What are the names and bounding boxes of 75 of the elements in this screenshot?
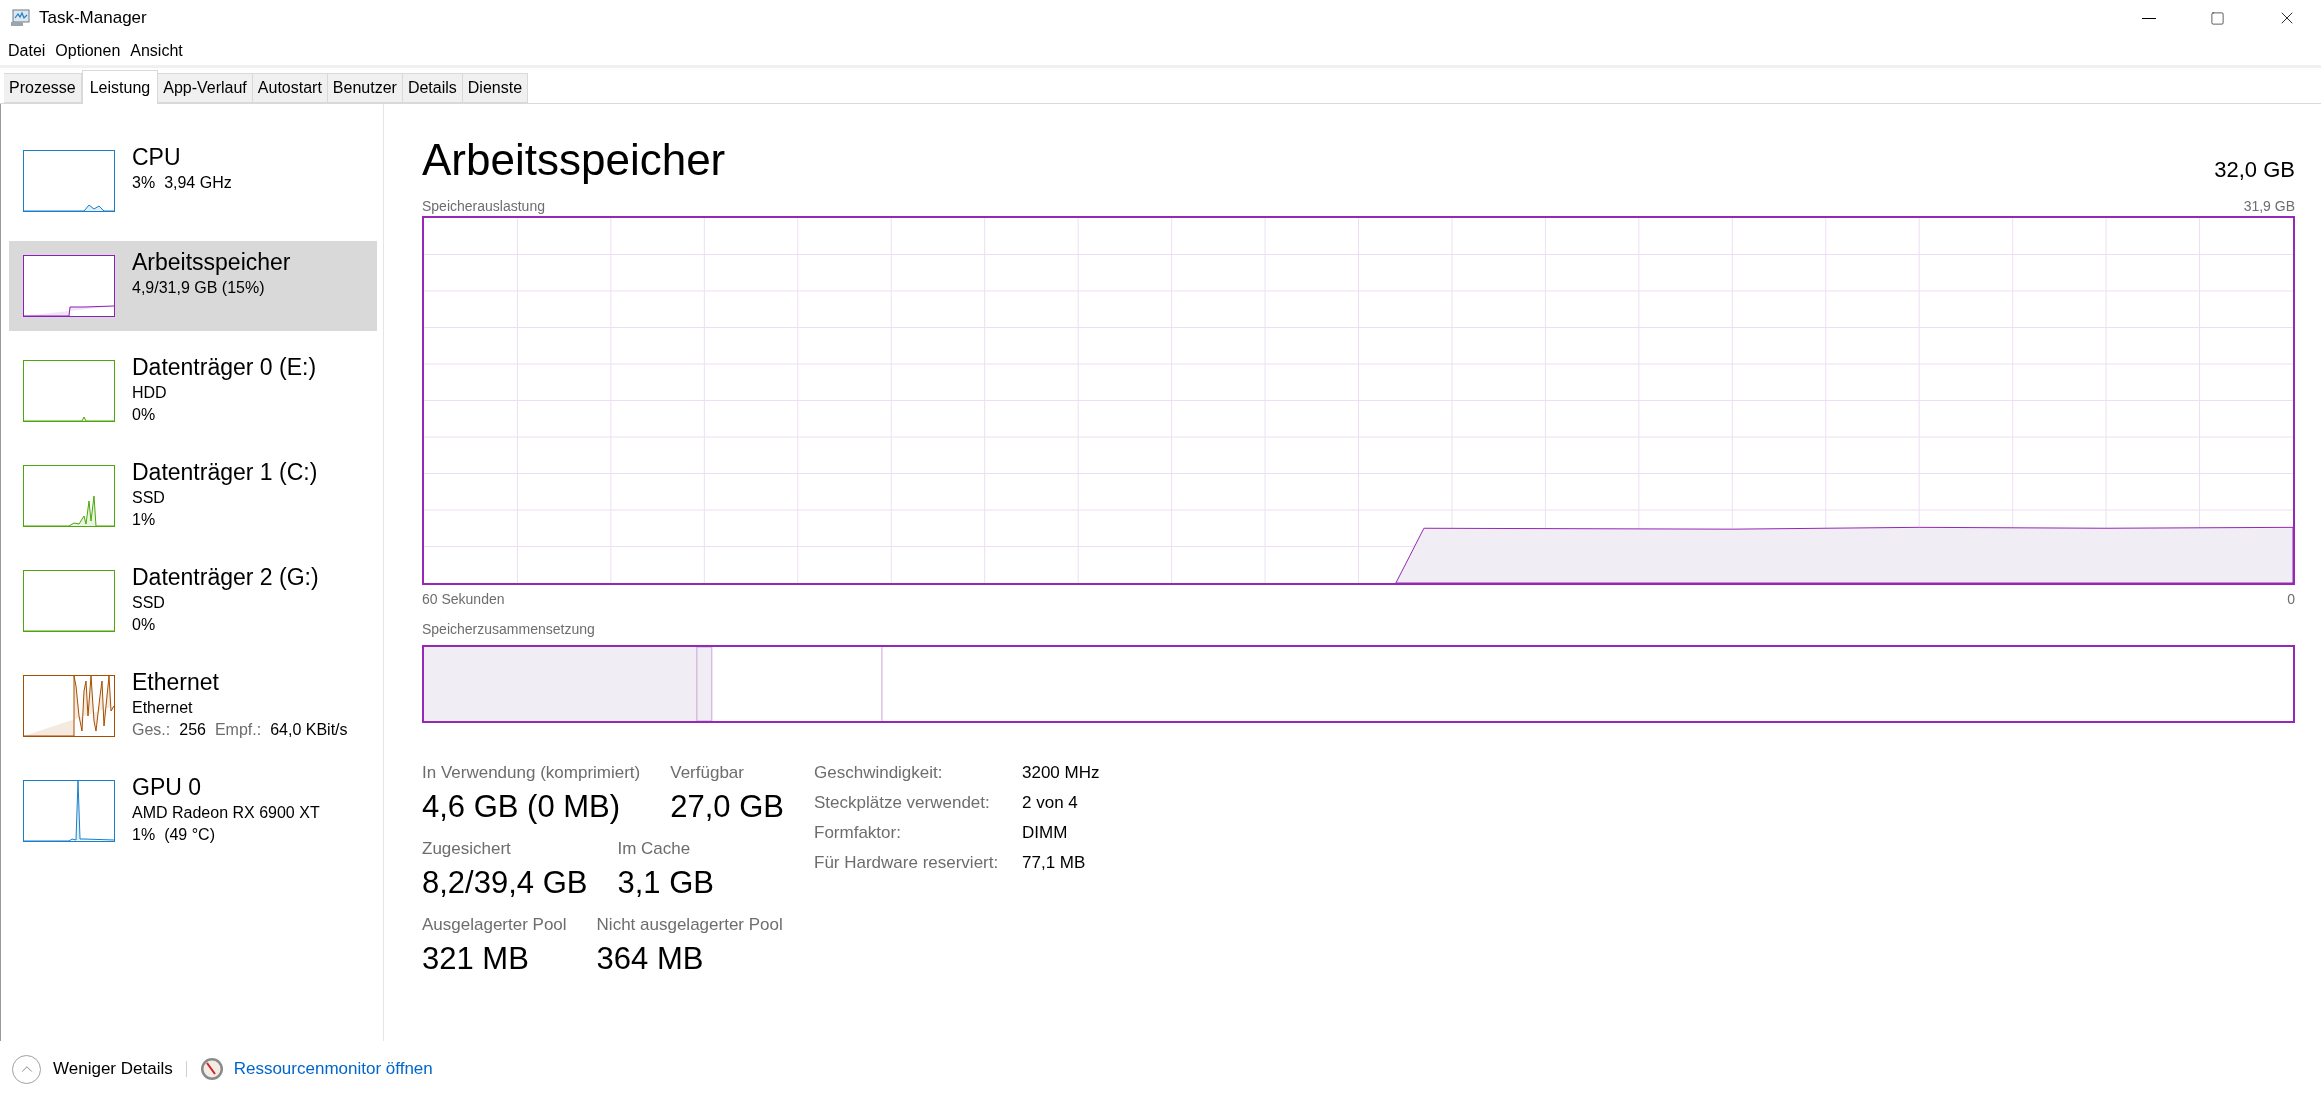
- item-title: Datenträger 1 (C:): [132, 458, 318, 487]
- stat-label: Verfügbar: [670, 762, 745, 784]
- item-detail: 3%: [132, 173, 156, 193]
- item-detail: 1%: [132, 825, 156, 845]
- item-detail: (49 °C): [164, 825, 215, 845]
- item-title: Datenträger 2 (G:): [132, 563, 319, 592]
- item-detail: AMD Radeon RX 6900 XT: [132, 803, 320, 823]
- stat-label: Nicht ausgelagerter Pool: [596, 914, 783, 936]
- detail-label: Steckplätze verwendet:: [814, 792, 991, 814]
- detail-label: Für Hardware reserviert:: [814, 852, 1000, 874]
- stat-label: Ges.:: [132, 720, 171, 740]
- detail-value: DIMM: [1022, 822, 1069, 844]
- tab[interactable]: Dienste: [462, 73, 529, 103]
- sidebar-item[interactable]: Datenträger 0 (E:) HDD 0%: [9, 346, 377, 436]
- tab[interactable]: Prozesse: [4, 73, 82, 103]
- composition-label: Speicherzusammensetzung: [422, 620, 595, 639]
- sidebar-item[interactable]: Datenträger 1 (C:) SSD 1%: [9, 451, 377, 541]
- stat-value: 8,2/39,4 GB: [422, 864, 588, 902]
- stat-value: 256: [179, 720, 206, 740]
- item-title: GPU 0: [132, 773, 203, 802]
- minimize-icon: [2141, 17, 2156, 19]
- detail-label: Formfaktor:: [814, 822, 902, 844]
- sidebar-item[interactable]: Arbeitsspeicher 4,9/31,9 GB (15%): [9, 241, 377, 331]
- stat-value: 27,0 GB: [670, 788, 784, 826]
- tab[interactable]: Benutzer: [327, 73, 403, 103]
- gauge-icon: [199, 1057, 224, 1081]
- less-details-button[interactable]: Weniger Details: [12, 1054, 173, 1084]
- detail-value: 77,1 MB: [1022, 852, 1087, 874]
- item-detail: Ethernet: [132, 698, 193, 718]
- graph-label: Speicherauslastung: [422, 197, 545, 216]
- menu-item[interactable]: Optionen: [51, 38, 125, 63]
- stat-label: In Verwendung (komprimiert): [422, 762, 641, 784]
- tab[interactable]: Autostart: [252, 73, 328, 103]
- graph-max: 31,9 GB: [2243, 197, 2295, 216]
- item-title: CPU: [132, 143, 182, 172]
- tab[interactable]: App-Verlauf: [158, 73, 253, 103]
- stat-value: 64,0 KBit/s: [270, 720, 348, 740]
- item-detail: 4,9/31,9 GB (15%): [132, 278, 265, 298]
- menu-item[interactable]: Ansicht: [126, 38, 187, 63]
- item-detail: HDD: [132, 383, 167, 403]
- stat-label: Zugesichert: [422, 838, 512, 860]
- tab[interactable]: Details: [402, 73, 463, 103]
- item-title: Datenträger 0 (E:): [132, 353, 317, 382]
- tab[interactable]: Leistung: [81, 70, 159, 104]
- item-detail: 0%: [132, 405, 156, 425]
- sidebar-item[interactable]: Ethernet Ethernet Ges.: 256 Empf.: 64,0 KBit/s: [9, 661, 377, 751]
- sidebar-item[interactable]: CPU 3% 3,94 GHz: [9, 136, 377, 226]
- stat-value: 321 MB: [422, 940, 530, 978]
- stat-value: 4,6 GB (0 MB): [422, 788, 622, 826]
- maximize-icon: [2210, 10, 2225, 26]
- stat-label: Ausgelagerter Pool: [422, 914, 567, 936]
- stat-value: 364 MB: [596, 940, 705, 978]
- time-axis-label: 60 Sekunden: [422, 590, 505, 609]
- resource-monitor-link[interactable]: Ressourcenmonitor öffnen: [233, 1056, 433, 1082]
- stat-value: 3,1 GB: [617, 864, 714, 902]
- graph-min: 0: [2287, 590, 2295, 609]
- item-detail: SSD: [132, 593, 165, 613]
- item-detail: 1%: [132, 510, 156, 530]
- item-detail: 0%: [132, 615, 156, 635]
- item-detail: 3,94 GHz: [164, 173, 232, 193]
- window-title: Task-Manager: [39, 7, 147, 30]
- menu-item[interactable]: Datei: [4, 38, 50, 63]
- stat-label: Im Cache: [617, 838, 692, 860]
- item-title: Arbeitsspeicher: [132, 248, 291, 277]
- sidebar-item[interactable]: Datenträger 2 (G:) SSD 0%: [9, 556, 377, 646]
- item-title: Ethernet: [132, 668, 220, 697]
- app-icon: [10, 9, 30, 27]
- stat-label: Empf.:: [214, 720, 262, 740]
- sidebar-item[interactable]: GPU 0 AMD Radeon RX 6900 XT 1% (49 °C): [9, 766, 377, 856]
- total-memory: 32,0 GB: [2214, 156, 2295, 184]
- item-detail: SSD: [132, 488, 165, 508]
- page-title: Arbeitsspeicher: [422, 134, 726, 186]
- detail-value: 3200 MHz: [1022, 762, 1100, 784]
- detail-label: Geschwindigkeit:: [814, 762, 944, 784]
- detail-value: 2 von 4: [1022, 792, 1079, 814]
